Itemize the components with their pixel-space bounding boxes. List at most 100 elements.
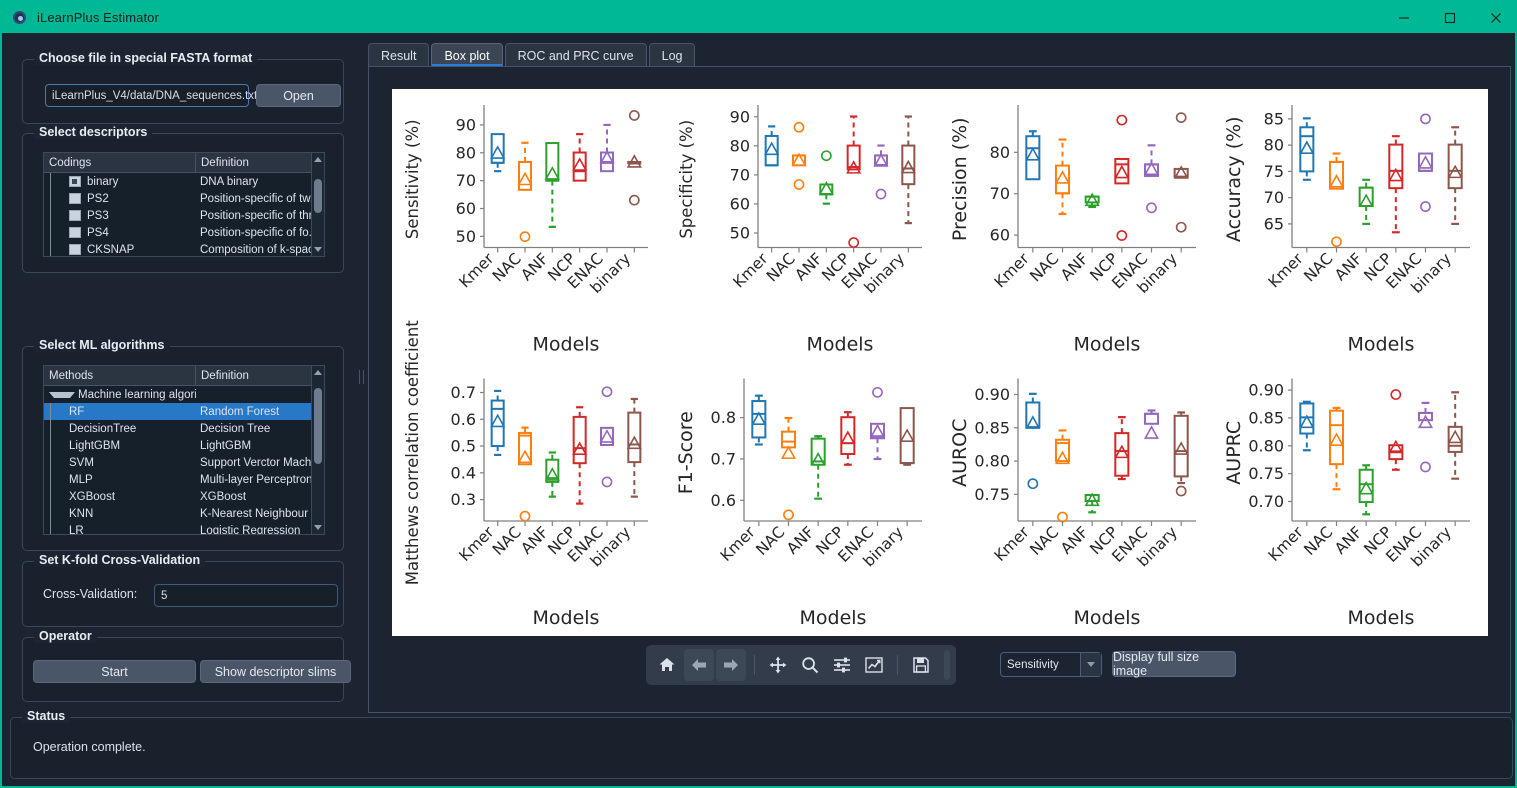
table-row[interactable]: binary DNA binary xyxy=(44,173,324,190)
display-full-size-image-button[interactable]: Display full size image xyxy=(1112,650,1236,678)
descriptors-table[interactable]: Codings Definition binary DNA binary PS2 Po… xyxy=(43,152,325,257)
y-tick-label: 0.6 xyxy=(711,491,736,510)
zoom-button[interactable] xyxy=(795,649,825,681)
box-rect xyxy=(517,160,533,191)
box-rect xyxy=(780,430,797,449)
x-tick-label: ANF xyxy=(791,250,826,285)
box-NAC xyxy=(517,141,533,243)
tab-box-plot[interactable]: Box plot xyxy=(431,43,503,67)
line-chart-icon xyxy=(865,657,883,673)
algorithms-scroll-thumb[interactable] xyxy=(314,388,322,464)
algorithms-scroll-up-icon[interactable] xyxy=(312,366,324,379)
y-tick-label: 0.3 xyxy=(451,490,476,509)
descriptor-name: PS2 xyxy=(87,192,109,205)
descriptor-checkbox[interactable] xyxy=(69,176,81,187)
algorithms-scrollbar[interactable] xyxy=(311,366,324,534)
descriptor-checkbox[interactable] xyxy=(69,210,81,221)
algorithms-scroll-down-icon[interactable] xyxy=(312,521,324,534)
table-row[interactable]: LightGBM LightGBM xyxy=(44,437,324,454)
chevron-down-icon[interactable] xyxy=(49,391,75,398)
table-row[interactable]: PS2 Position-specific of tw... xyxy=(44,190,324,207)
algorithm-name: DecisionTree xyxy=(69,422,137,435)
algorithms-table[interactable]: Methods Definition Machine learning algo… xyxy=(43,365,325,535)
tab-result[interactable]: Result xyxy=(368,43,430,67)
descriptor-checkbox[interactable] xyxy=(69,227,81,238)
mean-marker xyxy=(1417,155,1434,169)
cv-group-title: Set K-fold Cross-Validation xyxy=(34,553,206,567)
table-row[interactable]: DecisionTree Decision Tree xyxy=(44,420,324,437)
edit-axis-button[interactable] xyxy=(859,649,889,681)
subplot-f1-score: 0.60.70.8F1-ScoreKmerNACANFNCPENACbinary… xyxy=(675,378,922,629)
algorithm-name: LightGBM xyxy=(69,439,121,452)
open-file-button[interactable]: Open xyxy=(256,84,341,107)
descriptor-checkbox[interactable] xyxy=(69,244,81,255)
left-panel: Choose file in special FASTA format iLea… xyxy=(10,41,354,713)
y-tick-label: 0.80 xyxy=(974,452,1010,471)
outlier-marker xyxy=(1175,485,1187,497)
metric-select[interactable]: Sensitivity xyxy=(1000,652,1102,677)
status-message: Operation complete. xyxy=(33,740,146,754)
tree-indent xyxy=(44,454,56,471)
algorithm-name: SVM xyxy=(69,456,94,469)
descriptor-definition: Position-specific of tw... xyxy=(200,192,320,205)
descriptors-scrollbar[interactable] xyxy=(311,153,324,256)
tree-indent xyxy=(44,471,56,488)
table-row[interactable]: RF Random Forest xyxy=(44,403,324,420)
table-row[interactable]: KNN K-Nearest Neighbour xyxy=(44,505,324,522)
descriptors-scroll-up-icon[interactable] xyxy=(312,153,324,166)
tree-indent xyxy=(44,190,56,207)
table-row[interactable]: PS4 Position-specific of fo... xyxy=(44,224,324,241)
box-ENAC xyxy=(873,144,889,200)
table-row[interactable]: CKSNAP Composition of k-spac... xyxy=(44,241,324,256)
toolbar-separator-2 xyxy=(897,655,898,675)
mean-marker xyxy=(1114,164,1130,179)
close-button[interactable] xyxy=(1473,2,1517,33)
y-tick-label: 0.8 xyxy=(711,408,736,427)
algorithm-name: LR xyxy=(69,524,84,535)
cv-value-input[interactable]: 5 xyxy=(154,584,338,607)
descriptor-checkbox[interactable] xyxy=(69,193,81,204)
fasta-path-input[interactable]: iLearnPlus_V4/data/DNA_sequences.txt xyxy=(45,84,257,107)
pan-button[interactable] xyxy=(763,649,793,681)
box-NAC xyxy=(1054,138,1071,216)
mean-marker xyxy=(840,430,856,445)
tab-roc-and-prc-curve[interactable]: ROC and PRC curve xyxy=(504,43,647,67)
minimize-button[interactable] xyxy=(1381,2,1427,33)
box-NAC xyxy=(517,426,533,522)
subplot-precision-: 607080Precision (%)KmerNACANFNCPENACbina… xyxy=(949,105,1196,356)
table-row[interactable]: PS3 Position-specific of thr... xyxy=(44,207,324,224)
box-Kmer xyxy=(490,389,506,456)
save-figure-button[interactable] xyxy=(906,649,936,681)
status-group-title: Status xyxy=(22,709,71,723)
table-row[interactable]: SVM Support Verctor Machine xyxy=(44,454,324,471)
back-button[interactable] xyxy=(684,649,714,681)
y-axis-label: F1-Score xyxy=(675,411,697,494)
home-button[interactable] xyxy=(652,649,682,681)
table-row[interactable]: MLP Multi-layer Perceptron xyxy=(44,471,324,488)
tab-log[interactable]: Log xyxy=(648,43,696,67)
algorithm-definition: Support Verctor Machine xyxy=(200,456,324,469)
tree-root-row[interactable]: Machine learning algori... xyxy=(44,386,324,403)
outlier-marker xyxy=(1116,230,1128,241)
start-button[interactable]: Start xyxy=(33,660,196,683)
maximize-button[interactable] xyxy=(1427,2,1473,33)
outlier-marker xyxy=(1390,389,1402,400)
descriptors-scroll-thumb[interactable] xyxy=(314,179,322,213)
x-tick-label: NAC xyxy=(1300,523,1336,559)
toolbar-drag-handle[interactable] xyxy=(944,650,950,680)
table-row[interactable]: XGBoost XGBoost xyxy=(44,488,324,505)
descriptors-group: Select descriptors Codings Definition bi… xyxy=(22,125,344,273)
descriptors-scroll-down-icon[interactable] xyxy=(312,243,324,256)
outlier-marker xyxy=(1116,114,1128,126)
panel-splitter[interactable] xyxy=(359,370,364,384)
chevron-down-icon[interactable] xyxy=(1080,653,1101,676)
configure-subplots-button[interactable] xyxy=(827,649,857,681)
box-ANF xyxy=(1084,492,1100,514)
y-tick-label: 90 xyxy=(730,107,750,126)
forward-button[interactable] xyxy=(716,649,746,681)
table-row[interactable]: LR Logistic Regression xyxy=(44,522,324,535)
show-descriptor-slims-button[interactable]: Show descriptor slims xyxy=(200,660,351,683)
x-axis-label: Models xyxy=(533,607,600,629)
box-NAC xyxy=(780,416,797,521)
algorithms-table-body: Machine learning algori... RF Random Fores… xyxy=(44,386,324,535)
